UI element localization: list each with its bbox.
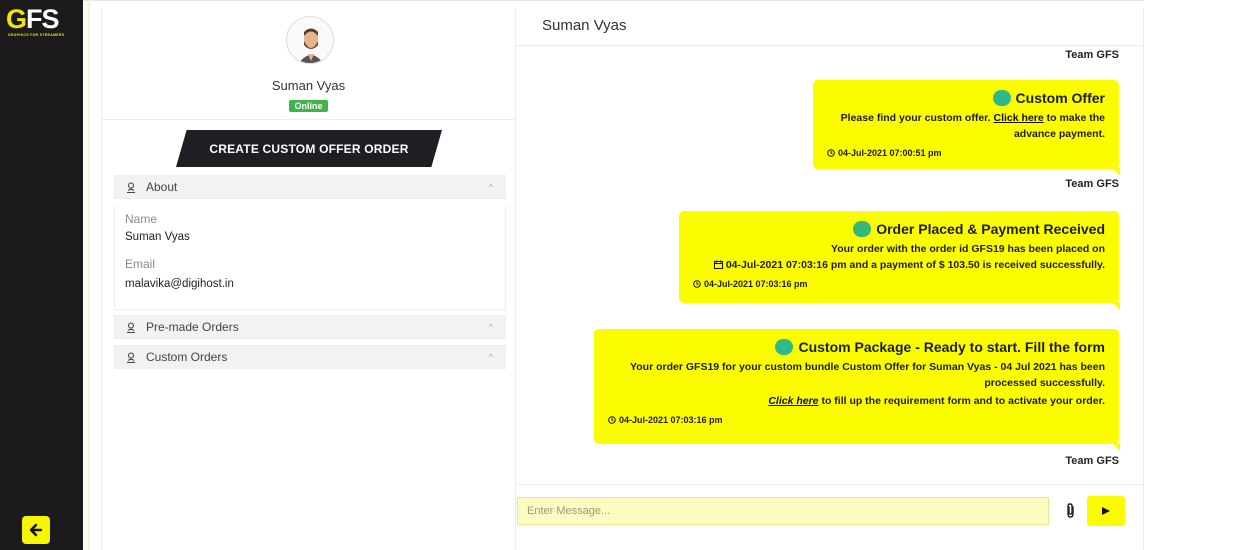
message-title-text: Custom Offer — [1015, 90, 1105, 106]
about-accordion-body: Name Suman Vyas Email malavika@digihost.… — [114, 206, 506, 310]
profile-panel: Suman Vyas Online CREATE CUSTOM OFFER OR… — [101, 8, 516, 550]
offer-emoji-icon — [992, 90, 1011, 106]
clock-icon — [608, 416, 616, 424]
click-here-link[interactable]: Click here — [994, 112, 1044, 124]
message-timestamp: 04-Jul-2021 07:00:51 pm — [827, 148, 1105, 158]
divider-rule — [88, 0, 90, 550]
message-bubble: Order Placed & Payment Received Your ord… — [679, 211, 1120, 310]
message-text: Your order GFS19 for your custom bundle … — [630, 361, 1105, 373]
send-icon — [1102, 507, 1110, 515]
clock-icon — [693, 280, 701, 288]
user-icon — [126, 181, 138, 193]
message-bubble: Custom Offer Please find your custom off… — [813, 80, 1120, 176]
user-icon — [126, 351, 138, 363]
message-timestamp: 04-Jul-2021 07:03:16 pm — [608, 415, 1105, 425]
logo-text: GFS — [6, 4, 60, 35]
custom-orders-accordion-header[interactable]: Custom Orders ^ — [114, 345, 506, 369]
profile-header: Suman Vyas Online — [102, 8, 515, 120]
gfs-logo[interactable]: GFS GRAPHICS FOR STREAMERS — [6, 4, 78, 38]
premade-orders-accordion-header[interactable]: Pre-made Orders ^ — [114, 315, 506, 339]
message-title-text: Order Placed & Payment Received — [876, 221, 1105, 237]
about-title: About — [146, 180, 178, 194]
top-border — [0, 0, 1243, 1]
message-text-part: to fill up the requirement form and to a… — [818, 395, 1105, 407]
message-composer — [516, 484, 1143, 550]
message-time-text: 04-Jul-2021 07:00:51 pm — [838, 148, 942, 158]
message-text: Your order with the order id GFS19 has b… — [830, 243, 1105, 255]
logo-g-mark: G — [6, 4, 27, 34]
chevron-up-icon: ^ — [488, 322, 493, 332]
click-here-link[interactable]: Click here — [768, 395, 818, 407]
message-time-text: 04-Jul-2021 07:03:16 pm — [704, 279, 808, 289]
clock-icon — [827, 149, 835, 157]
email-value: malavika@digihost.in — [125, 278, 234, 290]
chat-title: Suman Vyas — [542, 17, 627, 34]
chevron-up-icon: ^ — [488, 182, 493, 192]
user-avatar-icon — [299, 28, 323, 63]
about-accordion-header[interactable]: About ^ — [114, 175, 506, 199]
create-custom-offer-button[interactable]: CREATE CUSTOM OFFER ORDER — [176, 130, 442, 167]
profile-name: Suman Vyas — [271, 78, 346, 93]
logo-fs: FS — [26, 4, 60, 34]
chevron-up-icon: ^ — [488, 352, 493, 362]
calendar-icon — [713, 260, 723, 269]
app-sidebar: GFS GRAPHICS FOR STREAMERS — [0, 0, 83, 550]
message-title: Custom Package - Ready to start. Fill th… — [608, 339, 1105, 355]
send-button[interactable] — [1087, 496, 1125, 526]
message-text-part: to make the — [1043, 112, 1105, 124]
message-title-text: Custom Package - Ready to start. Fill th… — [798, 339, 1105, 355]
message-text: 04-Jul-2021 07:03:16 pm and a payment of… — [693, 257, 1105, 273]
globe-emoji-icon — [853, 221, 872, 237]
status-badge: Online — [289, 100, 328, 112]
back-button[interactable] — [22, 516, 50, 544]
message-title: Custom Offer — [827, 90, 1105, 106]
user-icon — [126, 321, 138, 333]
email-label: Email — [125, 257, 156, 271]
logo-subtitle: GRAPHICS FOR STREAMERS — [8, 33, 65, 37]
chat-header: Suman Vyas — [516, 8, 1143, 46]
message-text: processed successfully. — [984, 377, 1105, 389]
avatar — [286, 16, 334, 64]
name-label: Name — [125, 212, 158, 226]
message-time-text: 04-Jul-2021 07:03:16 pm — [619, 415, 723, 425]
sender-label: Team GFS — [1065, 455, 1119, 467]
sender-label: Team GFS — [1065, 49, 1119, 61]
message-text-part: Please find your custom offer. — [840, 112, 994, 124]
package-emoji-icon — [775, 339, 794, 355]
message-timestamp: 04-Jul-2021 07:03:16 pm — [693, 279, 1105, 289]
message-text: Click here to fill up the requirement fo… — [608, 393, 1105, 409]
message-title: Order Placed & Payment Received — [693, 221, 1105, 237]
sender-label: Team GFS — [1065, 178, 1119, 190]
name-value: Suman Vyas — [125, 231, 190, 243]
chat-panel: Suman Vyas Team GFS Custom Offer Please … — [515, 8, 1144, 550]
premade-orders-title: Pre-made Orders — [146, 320, 239, 334]
message-input[interactable] — [517, 497, 1049, 525]
custom-orders-title: Custom Orders — [146, 350, 228, 364]
message-bubble: Custom Package - Ready to start. Fill th… — [594, 329, 1120, 451]
paperclip-icon[interactable] — [1064, 502, 1078, 520]
message-text: Please find your custom offer. Click her… — [827, 110, 1105, 126]
message-text-line2: advance payment. — [1013, 128, 1105, 140]
right-margin — [1144, 0, 1243, 550]
arrow-left-icon — [29, 523, 43, 537]
message-text-part: 04-Jul-2021 07:03:16 pm and a payment of… — [725, 259, 1105, 271]
status-wrap: Online — [102, 96, 515, 114]
